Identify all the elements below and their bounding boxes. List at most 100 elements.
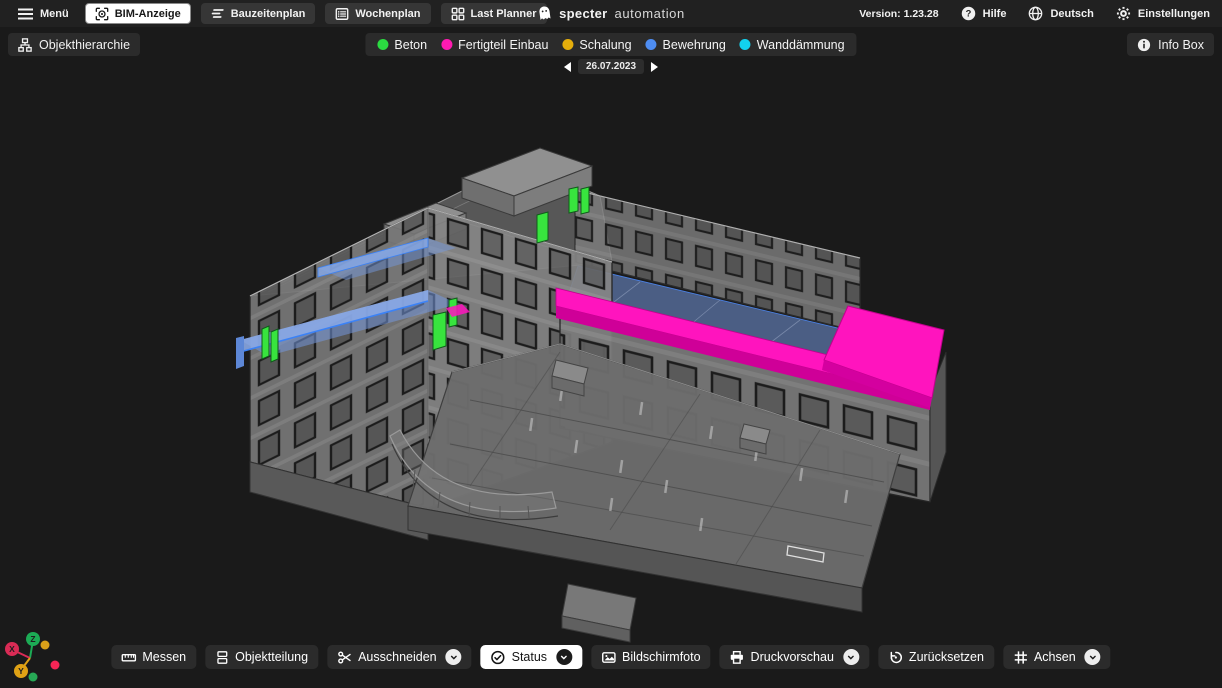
object-hierarchy-button[interactable]: Objekthierarchie bbox=[8, 33, 140, 56]
tab-wochenplan[interactable]: Wochenplan bbox=[325, 3, 430, 24]
date-next-button[interactable] bbox=[651, 62, 658, 72]
status-check-icon bbox=[491, 650, 506, 665]
chevron-down-icon bbox=[560, 653, 569, 662]
legend-dot-fertigteil-einbau bbox=[441, 39, 452, 50]
menu-label: Menü bbox=[40, 8, 69, 20]
settings-button[interactable]: Einstellungen bbox=[1116, 6, 1210, 21]
top-menu-bar: Menü BIM-Anzeige bbox=[0, 0, 1222, 27]
date-navigation: 26.07.2023 bbox=[564, 59, 658, 74]
menu-button[interactable]: Menü bbox=[12, 8, 75, 20]
globe-icon bbox=[1028, 6, 1043, 21]
grid-axes-icon bbox=[1013, 650, 1028, 665]
hamburger-icon bbox=[18, 8, 33, 20]
current-date[interactable]: 26.07.2023 bbox=[578, 59, 644, 74]
print-preview-label: Druckvorschau bbox=[751, 650, 834, 664]
legend-label-schalung: Schalung bbox=[579, 38, 631, 52]
screenshot-icon bbox=[601, 650, 616, 665]
gizmo-axis-y-negative[interactable] bbox=[41, 641, 50, 650]
legend-label-fertigteil-einbau: Fertigteil Einbau bbox=[458, 38, 548, 52]
settings-label: Einstellungen bbox=[1138, 8, 1210, 20]
info-box-label: Info Box bbox=[1158, 38, 1204, 52]
legend-item-wanddaemmung: Wanddämmung bbox=[740, 38, 845, 52]
status-dropdown-button[interactable] bbox=[556, 649, 572, 665]
measure-label: Messen bbox=[142, 650, 186, 664]
help-icon: ? bbox=[961, 6, 976, 21]
legend-dot-beton bbox=[377, 39, 388, 50]
bim-anzeige-icon bbox=[95, 7, 109, 21]
tab-bim-anzeige-label: BIM-Anzeige bbox=[115, 8, 181, 20]
screenshot-button[interactable]: Bildschirmfoto bbox=[591, 645, 711, 669]
object-hierarchy-label: Objekthierarchie bbox=[39, 38, 130, 52]
chevron-down-icon bbox=[846, 653, 855, 662]
legend-dot-bewehrung bbox=[646, 39, 657, 50]
gear-icon bbox=[1116, 6, 1131, 21]
info-box-button[interactable]: Info Box bbox=[1127, 33, 1214, 56]
legend-dot-wanddaemmung bbox=[740, 39, 751, 50]
axes-label: Achsen bbox=[1034, 650, 1076, 664]
measure-button[interactable]: Messen bbox=[111, 645, 196, 669]
object-split-button[interactable]: Objektteilung bbox=[205, 645, 318, 669]
gizmo-axis-x-negative[interactable] bbox=[51, 661, 60, 670]
gizmo-axis-z[interactable]: Z bbox=[26, 632, 40, 646]
legend-label-beton: Beton bbox=[394, 38, 427, 52]
bauzeitenplan-icon bbox=[211, 7, 225, 20]
ruler-icon bbox=[121, 650, 136, 665]
hierarchy-icon bbox=[18, 38, 32, 52]
cut-dropdown-button[interactable] bbox=[446, 649, 462, 665]
legend-label-bewehrung: Bewehrung bbox=[663, 38, 726, 52]
help-label: Hilfe bbox=[983, 8, 1007, 20]
scissors-icon bbox=[337, 650, 352, 665]
legend-dot-schalung bbox=[562, 39, 573, 50]
reset-icon bbox=[888, 650, 903, 665]
reset-label: Zurücksetzen bbox=[909, 650, 984, 664]
legend-item-schalung: Schalung bbox=[562, 38, 631, 52]
printer-icon bbox=[730, 650, 745, 665]
legend-label-wanddaemmung: Wanddämmung bbox=[757, 38, 845, 52]
print-preview-button[interactable]: Druckvorschau bbox=[720, 645, 869, 669]
language-button[interactable]: Deutsch bbox=[1028, 6, 1093, 21]
object-split-icon bbox=[215, 650, 229, 665]
language-label: Deutsch bbox=[1050, 8, 1093, 20]
wochenplan-icon bbox=[335, 7, 349, 21]
tab-bim-anzeige[interactable]: BIM-Anzeige bbox=[85, 3, 191, 24]
status-label: Status bbox=[512, 650, 547, 664]
print-preview-dropdown-button[interactable] bbox=[843, 649, 859, 665]
gizmo-axis-x[interactable]: X bbox=[5, 642, 19, 656]
brand-name-bold: specter bbox=[559, 6, 607, 21]
brand-logo: specter automation bbox=[537, 5, 685, 22]
bim-model-canvas[interactable] bbox=[0, 0, 1222, 688]
app-window: Menü BIM-Anzeige bbox=[0, 0, 1222, 688]
date-prev-button[interactable] bbox=[564, 62, 571, 72]
gizmo-axis-z-negative[interactable] bbox=[29, 673, 38, 682]
cut-button[interactable]: Ausschneiden bbox=[327, 645, 472, 669]
status-legend: Beton Fertigteil Einbau Schalung Bewehru… bbox=[365, 33, 856, 56]
orientation-gizmo[interactable]: Z X Y bbox=[2, 620, 68, 686]
gizmo-axis-y[interactable]: Y bbox=[14, 664, 28, 678]
gizmo-x-label: X bbox=[9, 644, 15, 654]
viewer-toolbar: Messen Objektteilung Ausschneiden bbox=[111, 645, 1110, 669]
object-split-label: Objektteilung bbox=[235, 650, 308, 664]
gizmo-y-label: Y bbox=[18, 666, 24, 676]
gizmo-z-label: Z bbox=[30, 634, 35, 644]
tab-bauzeitenplan[interactable]: Bauzeitenplan bbox=[201, 3, 316, 24]
ghost-icon bbox=[537, 5, 552, 22]
version-label: Version: 1.23.28 bbox=[859, 8, 938, 20]
tab-last-planner-label: Last Planner bbox=[471, 8, 537, 20]
axes-button[interactable]: Achsen bbox=[1003, 645, 1111, 669]
help-button[interactable]: ? Hilfe bbox=[961, 6, 1007, 21]
chevron-down-icon bbox=[449, 653, 458, 662]
info-icon bbox=[1137, 38, 1151, 52]
reset-button[interactable]: Zurücksetzen bbox=[878, 645, 994, 669]
axes-dropdown-button[interactable] bbox=[1085, 649, 1101, 665]
brand-name-light: automation bbox=[615, 6, 685, 21]
last-planner-icon bbox=[451, 7, 465, 21]
tab-wochenplan-label: Wochenplan bbox=[355, 8, 420, 20]
legend-item-fertigteil-einbau: Fertigteil Einbau bbox=[441, 38, 548, 52]
legend-item-beton: Beton bbox=[377, 38, 427, 52]
cut-label: Ausschneiden bbox=[358, 650, 437, 664]
status-button[interactable]: Status bbox=[481, 645, 582, 669]
svg-text:?: ? bbox=[965, 9, 971, 19]
screenshot-label: Bildschirmfoto bbox=[622, 650, 701, 664]
tab-last-planner[interactable]: Last Planner bbox=[441, 3, 547, 24]
chevron-down-icon bbox=[1088, 653, 1097, 662]
